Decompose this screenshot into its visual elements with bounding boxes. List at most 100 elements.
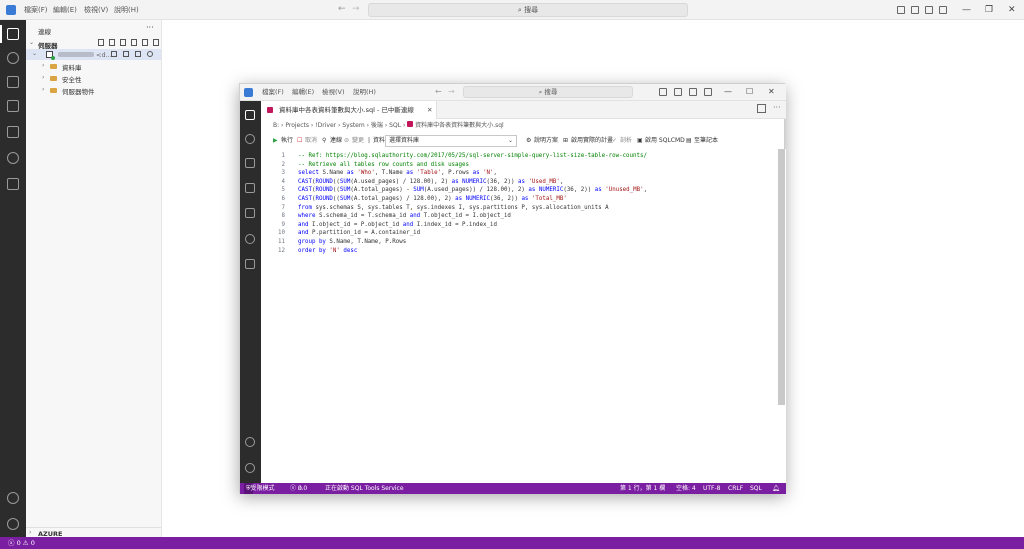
cancel-button[interactable]: 取消 <box>305 133 317 149</box>
new-server-group-icon[interactable] <box>109 39 115 46</box>
encoding-status[interactable]: UTF-8 <box>703 483 721 494</box>
notifications-bell-icon[interactable]: 🔔︎ <box>772 483 780 494</box>
chevron-down-icon[interactable]: ⌄ <box>32 50 37 57</box>
toggle-secondary-sidebar-icon[interactable] <box>689 88 697 96</box>
explain-plan-button[interactable]: 說明方案 <box>534 133 558 149</box>
show-active-icon[interactable] <box>131 39 137 46</box>
sqlcmd-icon[interactable]: ▣ <box>637 133 643 149</box>
run-icon[interactable]: ▶ <box>273 133 278 149</box>
breadcrumb-item[interactable]: Projects <box>285 122 309 129</box>
terminal-icon[interactable] <box>7 100 19 112</box>
forward-arrow-icon[interactable]: → <box>448 87 455 96</box>
minimize-icon[interactable]: — <box>962 4 971 16</box>
editor-tab[interactable]: 資料庫中各表資料筆數與大小.sql - 已中斷連線 ✕ <box>261 101 437 119</box>
new-connection-icon[interactable] <box>98 39 104 46</box>
connections-icon[interactable] <box>245 110 255 120</box>
eol-status[interactable]: CRLF <box>728 483 743 494</box>
source-control-icon[interactable] <box>245 234 255 244</box>
breadcrumb-item[interactable]: 資料庫中各表資料筆數與大小.sql <box>415 122 504 129</box>
change-connection-icon[interactable]: ⊘ <box>344 133 349 149</box>
breadcrumb-item[interactable]: 後端 <box>371 122 383 129</box>
code-line[interactable]: where S.schema_id = T.schema_id and T.ob… <box>298 213 511 219</box>
breadcrumb-item[interactable]: SQL <box>389 122 401 129</box>
problems-status[interactable]: ⓧ 0 ⚠ 0 <box>8 537 35 549</box>
actual-plan-icon[interactable]: ⊞ <box>563 133 568 149</box>
cursor-position[interactable]: 第 1 行，第 1 欄 <box>620 483 665 494</box>
enable-sqlcmd-button[interactable]: 啟用 SQLCMD <box>645 133 685 149</box>
connections-icon[interactable] <box>7 28 19 40</box>
code-line[interactable]: CAST(ROUND((SUM(A.total_pages) - SUM(A.u… <box>298 187 647 193</box>
menu-file[interactable]: 檔案(F) <box>24 0 48 20</box>
sidebar-more-button[interactable]: ··· <box>146 23 154 32</box>
terminal-icon[interactable] <box>245 183 255 193</box>
connect-button[interactable]: 連線 <box>330 133 342 149</box>
customize-layout-icon[interactable] <box>939 6 947 14</box>
code-line[interactable]: group by S.Name, T.Name, P.Rows <box>298 239 406 245</box>
code-line[interactable]: -- Ref: https://blog.sqlauthority.com/20… <box>298 153 647 159</box>
code-line[interactable]: order by 'N' desc <box>298 248 357 254</box>
parse-icon[interactable]: ✓ <box>612 133 617 149</box>
split-editor-icon[interactable] <box>757 104 766 113</box>
settings-gear-icon[interactable] <box>7 518 19 530</box>
search-icon[interactable] <box>245 134 255 144</box>
new-query-icon[interactable] <box>111 51 117 57</box>
code-line[interactable]: and P.partition_id = A.container_id <box>298 230 420 236</box>
back-arrow-icon[interactable]: ← <box>338 4 346 14</box>
code-line[interactable]: select S.Name as 'Who', T.Name as 'Table… <box>298 170 497 176</box>
breadcrumb-item[interactable]: !Driver <box>315 122 336 129</box>
explain-plan-icon[interactable]: ⚙ <box>526 133 531 149</box>
parse-button[interactable]: 剖析 <box>620 133 632 149</box>
tab-close-icon[interactable]: ✕ <box>427 101 432 119</box>
database-select[interactable]: 選擇資料庫 ⌄ <box>385 135 517 147</box>
notebook-icon[interactable] <box>245 158 255 168</box>
restricted-mode-status[interactable]: ⛨ 受限模式 <box>244 483 275 494</box>
language-mode-status[interactable]: SQL <box>750 483 762 494</box>
to-notebook-button[interactable]: 至筆記本 <box>694 133 718 149</box>
connect-icon[interactable]: ⚲ <box>322 133 326 149</box>
toggle-panel-icon[interactable] <box>911 6 919 14</box>
explorer-icon[interactable] <box>245 208 255 218</box>
back-arrow-icon[interactable]: ← <box>435 87 442 96</box>
tree-item-security[interactable]: 安全性 <box>62 74 82 84</box>
toggle-secondary-sidebar-icon[interactable] <box>925 6 933 14</box>
run-button[interactable]: 執行 <box>281 133 293 149</box>
explorer-icon[interactable] <box>7 126 19 138</box>
extensions-icon[interactable] <box>7 178 19 190</box>
chevron-right-icon[interactable]: › <box>42 74 44 81</box>
editor-scrollbar[interactable] <box>778 149 785 405</box>
toggle-panel-icon[interactable] <box>674 88 682 96</box>
problems-status[interactable]: ⓧ 0 ⚠ 0 <box>290 483 307 494</box>
toggle-sidebar-icon[interactable] <box>659 88 667 96</box>
change-connection-button[interactable]: 變更 <box>352 133 364 149</box>
code-line[interactable]: CAST(ROUND((SUM(A.total_pages) / 128.00)… <box>298 196 567 202</box>
settings-gear-icon[interactable] <box>245 463 255 473</box>
chevron-right-icon[interactable]: › <box>42 86 44 93</box>
chevron-right-icon[interactable]: › <box>42 62 44 69</box>
menu-file[interactable]: 檔案(F) <box>262 84 284 101</box>
indentation-status[interactable]: 空格: 4 <box>676 483 696 494</box>
menu-view[interactable]: 檢視(V) <box>322 84 345 101</box>
chevron-down-icon[interactable]: ⌄ <box>29 39 34 46</box>
network-icon[interactable] <box>142 39 148 46</box>
menu-help[interactable]: 說明(H) <box>114 0 139 20</box>
notebook-icon[interactable]: ▤ <box>686 133 692 149</box>
customize-layout-icon[interactable] <box>704 88 712 96</box>
command-search-box[interactable]: ⌕ 搜尋 <box>463 86 633 98</box>
code-line[interactable]: and I.object_id = P.object_id and I.inde… <box>298 222 497 228</box>
close-icon[interactable]: ✕ <box>768 86 775 98</box>
code-line[interactable]: from sys.schemas S, sys.tables T, sys.in… <box>298 205 609 211</box>
tree-item-databases[interactable]: 資料庫 <box>62 62 82 72</box>
menu-help[interactable]: 說明(H) <box>353 84 376 101</box>
breadcrumb-item[interactable]: System <box>342 122 364 129</box>
account-icon[interactable] <box>245 437 255 447</box>
source-control-icon[interactable] <box>7 152 19 164</box>
menu-edit[interactable]: 編輯(E) <box>292 84 314 101</box>
breadcrumb-item[interactable]: B: <box>273 122 279 129</box>
more-actions-icon[interactable]: ··· <box>773 103 781 112</box>
command-search-box[interactable]: ⌕ 搜尋 <box>368 3 688 17</box>
extensions-icon[interactable] <box>245 259 255 269</box>
toggle-sidebar-icon[interactable] <box>897 6 905 14</box>
chevron-right-icon[interactable]: › <box>29 529 31 536</box>
delete-icon[interactable] <box>135 51 141 57</box>
code-editor[interactable]: 1 -- Ref: https://blog.sqlauthority.com/2… <box>261 149 786 483</box>
